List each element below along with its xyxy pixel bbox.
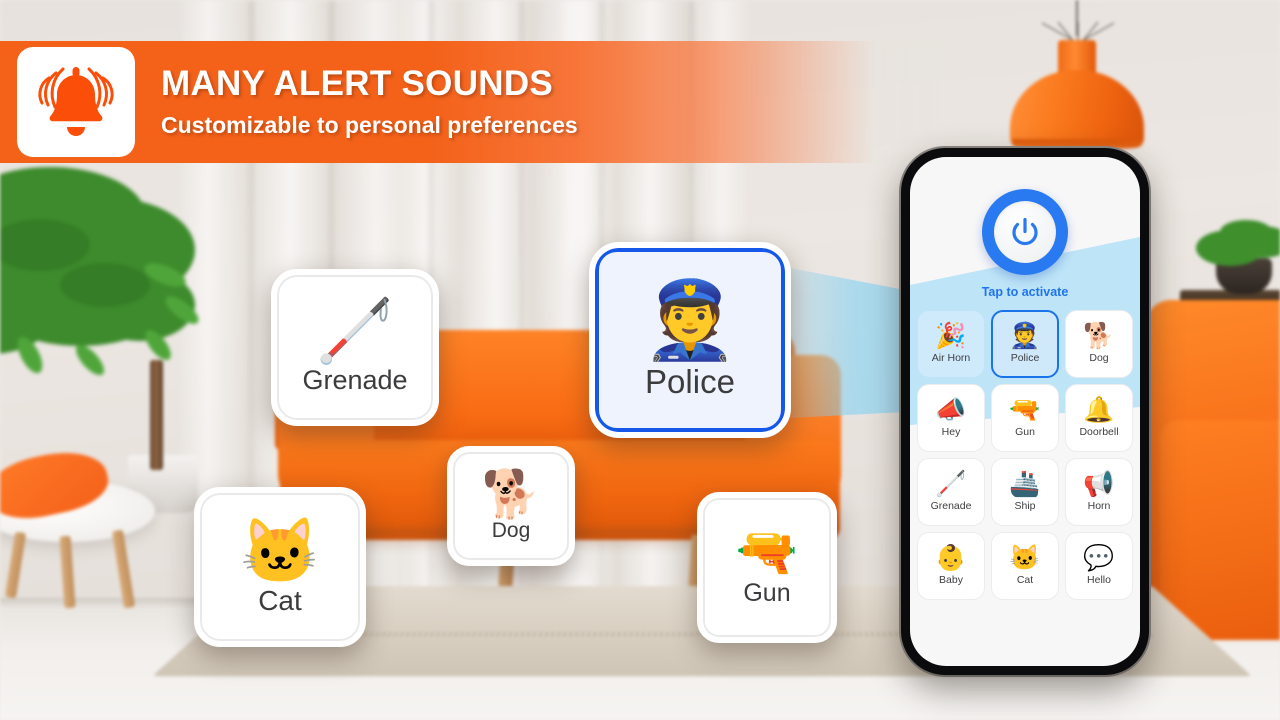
power-button[interactable] bbox=[981, 189, 1068, 275]
plant-foliage-right bbox=[1190, 218, 1280, 270]
sound-tile-label: Dog bbox=[1089, 352, 1109, 364]
megaphone-icon: 📣 bbox=[935, 396, 967, 424]
sound-tile-police[interactable]: 👮 Police bbox=[991, 310, 1059, 378]
sound-tile-gun[interactable]: 🔫 Gun bbox=[991, 384, 1059, 452]
sound-grid: 🎉 Air Horn 👮 Police 🐕 Dog 📣 Hey 🔫 Gun 🔔 Doorbell 🦯 Gr… bbox=[917, 310, 1133, 600]
police-icon: 👮 bbox=[1009, 322, 1041, 350]
card-label: Police bbox=[645, 363, 735, 400]
cat-icon: 🐱 bbox=[1009, 544, 1041, 572]
ship-icon: 🚢 bbox=[1009, 470, 1041, 498]
power-button-group[interactable]: Tap to activate bbox=[981, 189, 1069, 299]
dog-icon: 🐕 bbox=[1083, 322, 1115, 350]
dog-icon: 🐕 bbox=[481, 466, 541, 520]
baby-icon: 👶 bbox=[935, 544, 967, 572]
sound-tile-baby[interactable]: 👶 Baby bbox=[917, 532, 985, 600]
sound-tile-air-horn[interactable]: 🎉 Air Horn bbox=[917, 310, 985, 378]
whistle-icon: 📢 bbox=[1083, 470, 1115, 498]
sound-tile-label: Hello bbox=[1087, 574, 1111, 586]
sound-tile-hey[interactable]: 📣 Hey bbox=[917, 384, 985, 452]
power-icon bbox=[993, 201, 1056, 263]
air-horn-icon: 🎉 bbox=[935, 322, 967, 350]
floating-card-police[interactable]: 👮 Police bbox=[589, 242, 791, 438]
doorbell-icon: 🔔 bbox=[1083, 396, 1115, 424]
banner-title: MANY ALERT SOUNDS bbox=[161, 63, 554, 103]
sound-tile-label: Cat bbox=[1016, 574, 1034, 586]
sound-tile-label: Air Horn bbox=[931, 352, 971, 364]
sound-tile-grenade[interactable]: 🦯 Grenade bbox=[917, 458, 985, 526]
sound-tile-cat[interactable]: 🐱 Cat bbox=[991, 532, 1059, 600]
sound-tile-horn[interactable]: 📢 Horn bbox=[1065, 458, 1133, 526]
floating-card-dog[interactable]: 🐕 Dog bbox=[447, 446, 575, 566]
phone-screen: Tap to activate 🎉 Air Horn 👮 Police 🐕 Dog 📣 Hey… bbox=[910, 157, 1140, 666]
police-officer-icon: 👮 bbox=[642, 278, 738, 363]
sound-tile-label: Grenade bbox=[930, 500, 972, 512]
floating-card-grenade[interactable]: 🦯 Grenade bbox=[271, 269, 439, 426]
sound-tile-ship[interactable]: 🚢 Ship bbox=[991, 458, 1059, 526]
banner-subtitle: Customizable to personal preferences bbox=[161, 112, 578, 139]
sound-tile-label: Hey bbox=[941, 426, 961, 438]
sofa-right-cushion bbox=[1160, 420, 1280, 640]
card-label: Grenade bbox=[302, 365, 408, 395]
sound-tile-label: Horn bbox=[1087, 500, 1111, 512]
card-label: Dog bbox=[491, 518, 531, 542]
phone-mockup: Tap to activate 🎉 Air Horn 👮 Police 🐕 Dog 📣 Hey… bbox=[901, 148, 1149, 675]
cat-icon: 🐱 bbox=[240, 515, 320, 587]
sound-tile-label: Police bbox=[1010, 352, 1040, 364]
floating-card-cat[interactable]: 🐱 Cat bbox=[194, 487, 366, 647]
sound-tile-label: Ship bbox=[1014, 500, 1036, 512]
plant-foliage bbox=[0, 155, 220, 405]
sound-tile-hello[interactable]: 💬 Hello bbox=[1065, 532, 1133, 600]
sound-tile-label: Baby bbox=[939, 574, 963, 586]
floating-card-gun[interactable]: 🔫 Gun bbox=[697, 492, 837, 643]
card-label: Cat bbox=[258, 585, 302, 616]
promo-banner: MANY ALERT SOUNDS Customizable to person… bbox=[0, 41, 940, 163]
card-label: Gun bbox=[743, 579, 791, 607]
hello-bubble-icon: 💬 bbox=[1083, 544, 1115, 572]
grenade-icon: 🦯 bbox=[316, 297, 394, 366]
grenade-icon: 🦯 bbox=[935, 470, 967, 498]
sound-tile-label: Gun bbox=[1015, 426, 1035, 438]
power-button-label: Tap to activate bbox=[981, 285, 1069, 299]
gun-icon: 🔫 bbox=[1009, 396, 1041, 424]
sound-tile-label: Doorbell bbox=[1079, 426, 1119, 438]
sound-tile-dog[interactable]: 🐕 Dog bbox=[1065, 310, 1133, 378]
sound-tile-doorbell[interactable]: 🔔 Doorbell bbox=[1065, 384, 1133, 452]
gun-icon: 🔫 bbox=[735, 524, 799, 580]
alarm-bell-icon bbox=[17, 47, 135, 157]
